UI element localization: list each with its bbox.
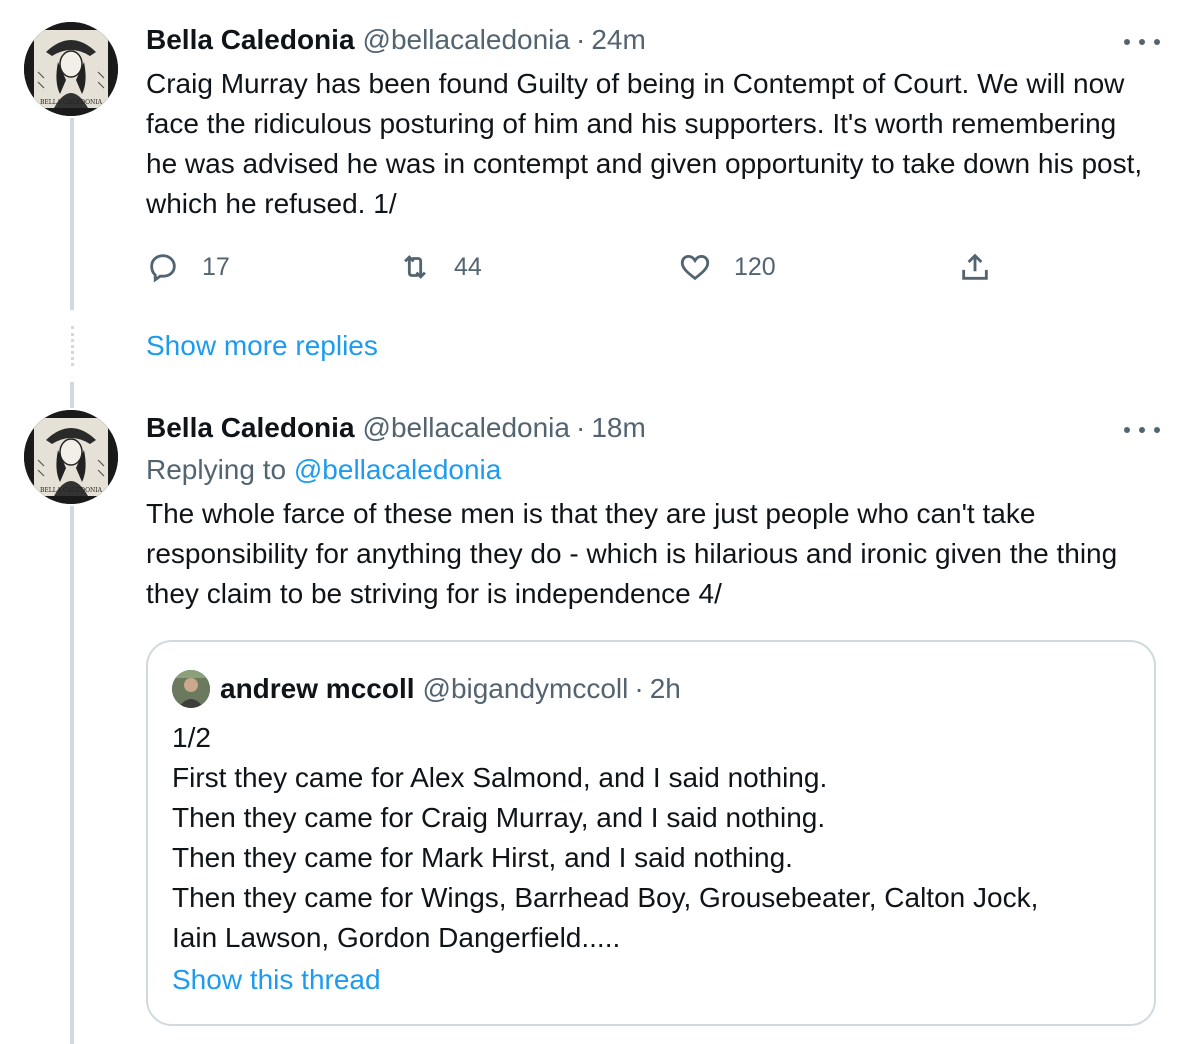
tweet-timestamp[interactable]: 24m: [591, 22, 645, 58]
quoted-text-line: Then they came for Mark Hirst, and I sai…: [172, 842, 793, 873]
author-handle[interactable]: @bellacaledonia: [363, 22, 570, 58]
quoted-text-line: Iain Lawson, Gordon Dangerfield.....: [172, 922, 621, 953]
like-count: 120: [734, 252, 776, 281]
header-separator: ·: [575, 412, 586, 443]
reply-icon: [150, 254, 176, 283]
quoted-tweet-header: andrew mccoll @bigandymccoll · 2h: [172, 670, 681, 708]
quoted-tweet-card[interactable]: andrew mccoll @bigandymccoll · 2h 1/2 Fi…: [146, 640, 1156, 1026]
heart-icon: [680, 254, 710, 281]
reply-button[interactable]: 17: [146, 250, 230, 284]
author-name[interactable]: Bella Caledonia: [146, 22, 355, 58]
tweet-body: Bella Caledonia @bellacaledonia · 24m Cr…: [146, 22, 1154, 224]
quoted-author-handle[interactable]: @bigandymccoll: [423, 671, 629, 707]
tweet-timestamp[interactable]: 18m: [591, 410, 645, 446]
tweet-text: The whole farce of these men is that the…: [146, 498, 1118, 609]
more-icon[interactable]: [1124, 420, 1160, 440]
andrew-mccoll-avatar-art: [172, 670, 210, 708]
bella-caledonia-avatar-art: BELLA CALEDONIA: [24, 22, 118, 116]
share-button[interactable]: [958, 250, 992, 284]
tweet-header: Bella Caledonia @bellacaledonia · 24m: [146, 22, 1154, 58]
svg-text:BELLA CALEDONIA: BELLA CALEDONIA: [40, 99, 103, 106]
author-name[interactable]: Bella Caledonia: [146, 410, 355, 446]
tweet-text: Craig Murray has been found Guilty of be…: [146, 68, 1143, 219]
quoted-text-line: First they came for Alex Salmond, and I …: [172, 762, 828, 793]
like-button[interactable]: 120: [678, 250, 776, 284]
quoted-header-separator: ·: [634, 673, 644, 704]
header-separator: ·: [575, 24, 586, 55]
tweet-header: Bella Caledonia @bellacaledonia · 18m: [146, 410, 1154, 446]
replying-to: Replying to @bellacaledonia: [146, 450, 1154, 490]
replying-prefix: Replying to: [146, 454, 287, 485]
retweet-button[interactable]: 44: [398, 250, 482, 284]
thread-dots: [71, 326, 74, 366]
quoted-text-line: Then they came for Craig Murray, and I s…: [172, 802, 826, 833]
show-more-replies-link[interactable]: Show more replies: [146, 330, 378, 362]
thread-line-top: [70, 118, 74, 310]
thread-line-bottom: [70, 506, 74, 1044]
bella-caledonia-avatar-art: BELLA CALEDONIA: [24, 410, 118, 504]
tweet-body: Bella Caledonia @bellacaledonia · 18m Re…: [146, 410, 1154, 614]
quoted-tweet-text: 1/2 First they came for Alex Salmond, an…: [172, 718, 1134, 958]
quoted-text-line: Then they came for Wings, Barrhead Boy, …: [172, 882, 1039, 913]
quoted-text-line: 1/2: [172, 722, 211, 753]
reply-count: 17: [202, 252, 230, 281]
thread-line-middle: [70, 382, 74, 408]
quoted-tweet-timestamp[interactable]: 2h: [650, 671, 681, 707]
quoted-author-avatar[interactable]: [172, 670, 210, 708]
replying-to-handle[interactable]: @bellacaledonia: [294, 454, 501, 485]
author-handle[interactable]: @bellacaledonia: [363, 410, 570, 446]
quoted-author-name[interactable]: andrew mccoll: [220, 671, 415, 707]
svg-text:BELLA CALEDONIA: BELLA CALEDONIA: [40, 487, 103, 494]
retweet-icon: [404, 255, 426, 279]
avatar[interactable]: BELLA CALEDONIA: [24, 410, 118, 504]
show-this-thread-link[interactable]: Show this thread: [172, 964, 381, 996]
avatar[interactable]: BELLA CALEDONIA: [24, 22, 118, 116]
tweet-actions: 17 44 120: [146, 250, 1006, 286]
share-icon: [962, 253, 988, 280]
retweet-count: 44: [454, 252, 482, 281]
more-icon[interactable]: [1124, 32, 1160, 52]
